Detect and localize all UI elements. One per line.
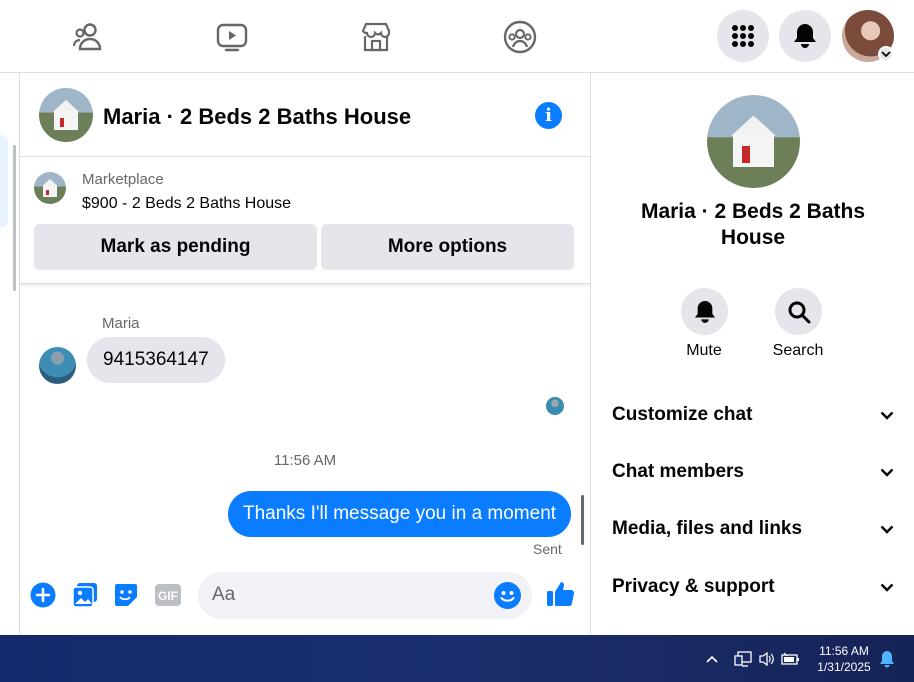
listing-thumbnail[interactable] — [34, 172, 66, 204]
marketplace-listing-card: Marketplace $900 - 2 Beds 2 Baths House … — [20, 157, 590, 284]
windows-taskbar: 11:56 AM 1/31/2025 — [0, 635, 914, 682]
chevron-down-icon — [880, 468, 894, 477]
chat-details-panel: Maria · 2 Beds 2 Baths House Mute Search… — [590, 73, 914, 635]
notifications-bell-icon[interactable] — [779, 10, 831, 62]
groups-icon[interactable] — [501, 18, 539, 56]
mute-label: Mute — [686, 342, 722, 359]
mark-as-pending-button[interactable]: Mark as pending — [34, 224, 317, 270]
sticker-icon[interactable] — [112, 581, 140, 609]
battery-icon[interactable] — [781, 649, 801, 669]
chevron-up-icon[interactable] — [702, 649, 722, 669]
system-clock[interactable]: 11:56 AM 1/31/2025 — [808, 643, 880, 675]
details-title: Maria · 2 Beds 2 Baths House — [640, 200, 866, 249]
message-timestamp: 11:56 AM — [273, 452, 337, 469]
like-icon[interactable] — [546, 579, 576, 609]
marketplace-label: Marketplace — [82, 171, 164, 188]
section-label: Customize chat — [612, 404, 753, 425]
chat-avatar[interactable] — [39, 88, 93, 142]
chat-header: Maria · 2 Beds 2 Baths House i — [20, 73, 590, 157]
details-avatar[interactable] — [707, 95, 800, 188]
mute-button[interactable] — [681, 288, 728, 335]
section-privacy-support[interactable]: Privacy & support — [612, 567, 894, 607]
gif-icon[interactable]: GIF — [154, 581, 182, 609]
left-sidebar-edge — [0, 73, 19, 635]
search-label: Search — [772, 342, 824, 359]
seen-indicator-avatar — [546, 397, 564, 415]
sidebar-scrollbar[interactable] — [13, 145, 16, 291]
section-label: Media, files and links — [612, 518, 803, 539]
listing-title[interactable]: $900 - 2 Beds 2 Baths House — [82, 195, 291, 213]
search-icon[interactable] — [775, 288, 822, 335]
sender-name: Maria — [102, 315, 140, 332]
chevron-down-icon — [880, 411, 894, 420]
clock-date: 1/31/2025 — [817, 660, 871, 674]
message-status: Sent — [533, 541, 562, 557]
chevron-down-icon — [880, 583, 894, 592]
emoji-icon[interactable] — [494, 582, 521, 609]
message-composer[interactable] — [198, 572, 532, 619]
chevron-down-icon — [880, 525, 894, 534]
chat-panel: Maria · 2 Beds 2 Baths House i Marketpla… — [19, 73, 590, 635]
add-icon[interactable] — [29, 581, 57, 609]
info-icon[interactable]: i — [535, 102, 562, 129]
outgoing-message[interactable]: Thanks I'll message you in a moment — [228, 491, 572, 537]
volume-icon[interactable] — [757, 649, 777, 669]
chat-title[interactable]: Maria · 2 Beds 2 Baths House — [103, 104, 411, 130]
chevron-down-icon[interactable] — [878, 46, 894, 62]
menu-grid-icon[interactable] — [717, 10, 769, 62]
notification-center-icon[interactable] — [877, 649, 897, 669]
photo-icon[interactable] — [71, 581, 99, 609]
chat-scrollbar[interactable] — [581, 495, 584, 545]
gif-label: GIF — [158, 589, 178, 603]
sender-avatar[interactable] — [39, 347, 76, 384]
section-label: Privacy & support — [612, 576, 775, 597]
incoming-message[interactable]: 9415364147 — [87, 337, 225, 383]
section-label: Chat members — [612, 461, 744, 482]
message-input[interactable] — [212, 584, 482, 606]
section-media-files-links[interactable]: Media, files and links — [612, 509, 894, 549]
section-chat-members[interactable]: Chat members — [612, 452, 894, 492]
friends-icon[interactable] — [70, 18, 108, 56]
section-customize-chat[interactable]: Customize chat — [612, 395, 894, 435]
marketplace-icon[interactable] — [357, 18, 395, 56]
top-navigation-bar — [0, 0, 914, 73]
active-chat-indicator — [0, 135, 8, 227]
more-options-button[interactable]: More options — [321, 224, 574, 270]
network-icon[interactable] — [733, 649, 753, 669]
watch-icon[interactable] — [213, 18, 251, 56]
clock-time: 11:56 AM — [819, 644, 869, 658]
